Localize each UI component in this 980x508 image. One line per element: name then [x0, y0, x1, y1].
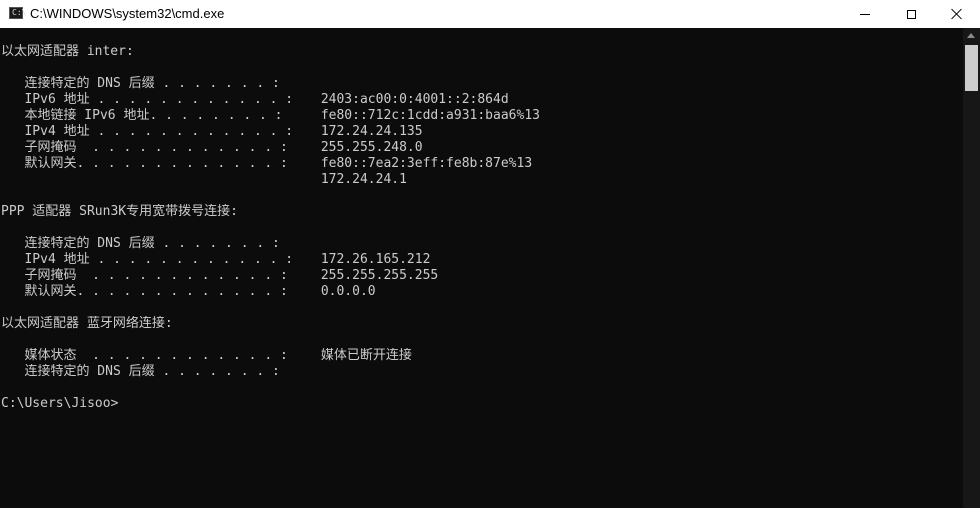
adapter-header: 以太网适配器 蓝牙网络连接: — [1, 316, 173, 331]
field-label: IPv4 地址 . . . . . . . . . . . . : — [1, 124, 294, 139]
command-prompt[interactable]: C:\Users\Jisoo> — [1, 396, 961, 412]
field-label: 本地链接 IPv6 地址. . . . . . . . : — [1, 108, 283, 123]
output-line: 默认网关. . . . . . . . . . . . . : 0.0.0.0 — [1, 284, 961, 300]
field-label: 连接特定的 DNS 后缀 . . . . . . . : — [1, 236, 280, 251]
maximize-icon — [906, 9, 916, 19]
vertical-scrollbar[interactable] — [963, 28, 980, 508]
output-line: 172.24.24.1 — [1, 172, 961, 188]
scroll-up-icon[interactable] — [967, 33, 975, 38]
close-button[interactable] — [934, 0, 980, 28]
field-label: 子网掩码 . . . . . . . . . . . . : — [1, 140, 288, 155]
field-value: 172.24.24.1 — [313, 172, 407, 187]
field-value: 172.24.24.135 — [313, 124, 423, 139]
output-line: 子网掩码 . . . . . . . . . . . . : 255.255.2… — [1, 140, 961, 156]
field-value: 255.255.255.255 — [313, 268, 439, 283]
close-icon — [951, 8, 963, 20]
minimize-icon — [860, 13, 870, 15]
field-label: 默认网关. . . . . . . . . . . . . : — [1, 284, 288, 299]
field-label: 媒体状态 . . . . . . . . . . . . : — [1, 348, 288, 363]
output-line: 默认网关. . . . . . . . . . . . . : fe80::7e… — [1, 156, 961, 172]
field-value: 2403:ac00:0:4001::2:864d — [313, 92, 509, 107]
field-label: IPv6 地址 . . . . . . . . . . . . : — [1, 92, 294, 107]
minimize-button[interactable] — [842, 0, 888, 28]
field-value: fe80::7ea2:3eff:fe8b:87e%13 — [313, 156, 533, 171]
output-line: 连接特定的 DNS 后缀 . . . . . . . : — [1, 76, 961, 92]
console-output[interactable]: 以太网适配器 inter: 连接特定的 DNS 后缀 . . . . . . .… — [1, 28, 961, 508]
field-label: IPv4 地址 . . . . . . . . . . . . : — [1, 252, 294, 267]
output-line: 媒体状态 . . . . . . . . . . . . : 媒体已断开连接 — [1, 348, 961, 364]
field-label: 连接特定的 DNS 后缀 . . . . . . . : — [1, 364, 280, 379]
output-line: IPv4 地址 . . . . . . . . . . . . : 172.24… — [1, 124, 961, 140]
field-value: 255.255.248.0 — [313, 140, 423, 155]
window-title: C:\WINDOWS\system32\cmd.exe — [30, 6, 225, 21]
maximize-button[interactable] — [888, 0, 934, 28]
adapter-header: 以太网适配器 inter: — [1, 44, 134, 59]
output-line: 连接特定的 DNS 后缀 . . . . . . . : — [1, 236, 961, 252]
field-value: 0.0.0.0 — [313, 284, 376, 299]
output-line: 本地链接 IPv6 地址. . . . . . . . : fe80::712c… — [1, 108, 961, 124]
field-value: 媒体已断开连接 — [313, 348, 412, 363]
cmd-window: C:\ C:\WINDOWS\system32\cmd.exe 以太网适配器 i… — [0, 0, 980, 508]
field-label: 连接特定的 DNS 后缀 . . . . . . . : — [1, 76, 280, 91]
cmd-app-icon[interactable]: C:\ — [9, 7, 26, 19]
field-label: 子网掩码 . . . . . . . . . . . . : — [1, 268, 288, 283]
field-value: 172.26.165.212 — [313, 252, 431, 267]
title-bar[interactable]: C:\ C:\WINDOWS\system32\cmd.exe — [0, 0, 980, 28]
output-line: 子网掩码 . . . . . . . . . . . . : 255.255.2… — [1, 268, 961, 284]
output-line: IPv4 地址 . . . . . . . . . . . . : 172.26… — [1, 252, 961, 268]
field-value: fe80::712c:1cdd:a931:baa6%13 — [313, 108, 540, 123]
output-line: 连接特定的 DNS 后缀 . . . . . . . : — [1, 364, 961, 380]
output-line: IPv6 地址 . . . . . . . . . . . . : 2403:a… — [1, 92, 961, 108]
adapter-header: PPP 适配器 SRun3K专用宽带拨号连接: — [1, 204, 238, 219]
scrollbar-thumb[interactable] — [965, 45, 978, 91]
field-label: 默认网关. . . . . . . . . . . . . : — [1, 156, 288, 171]
